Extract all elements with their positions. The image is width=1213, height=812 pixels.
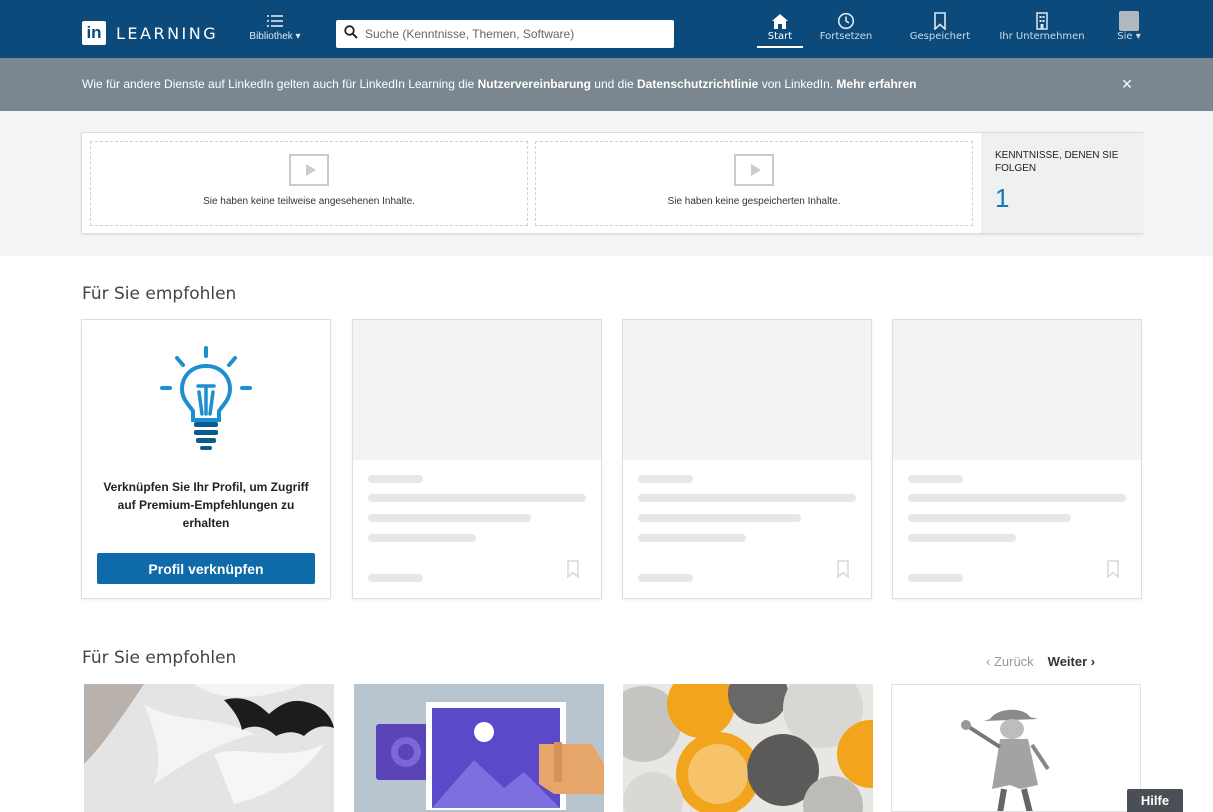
course-thumbnail-placeholder: [353, 320, 601, 460]
help-button[interactable]: Hilfe: [1127, 789, 1183, 812]
in-progress-slot: Sie haben keine teilweise angesehenen In…: [90, 141, 528, 226]
notice-part2: und die: [590, 77, 637, 91]
nav-me-label: Sie ▾: [1117, 31, 1141, 42]
clock-icon: [816, 11, 876, 31]
placeholder-line: [908, 534, 1016, 542]
previous-button[interactable]: ‹ Zurück: [986, 654, 1034, 669]
lightbulb-icon: [152, 344, 260, 461]
link-profile-message: Verknüpfen Sie Ihr Profil, um Zugriff au…: [103, 480, 309, 530]
followed-skills-panel[interactable]: KENNTNISSE, DENEN SIE FOLGEN 1: [981, 133, 1143, 233]
linkedin-learning-logo[interactable]: in LEARNING: [82, 21, 218, 45]
nav-start-label: Start: [767, 31, 793, 42]
library-label: Bibliothek ▾: [249, 31, 301, 42]
section-title: Für Sie empfohlen: [82, 648, 237, 668]
bookmark-icon[interactable]: [566, 560, 580, 583]
saved-empty-text: Sie haben keine gespeicherten Inhalte.: [667, 196, 841, 207]
nav-me[interactable]: Sie ▾: [1114, 11, 1144, 42]
nav-saved-label: Gespeichert: [909, 31, 971, 42]
linkedin-logo-icon: in: [82, 21, 106, 45]
photo-edit-image: [354, 684, 604, 812]
notice-part3: von LinkedIn.: [758, 77, 837, 91]
course-thumbnail[interactable]: [891, 684, 1141, 812]
terms-notice-bar: Wie für andere Dienste auf LinkedIn gelt…: [0, 58, 1213, 111]
user-agreement-link[interactable]: Nutzervereinbarung: [478, 77, 591, 91]
placeholder-line: [368, 574, 423, 582]
placeholder-line: [638, 534, 746, 542]
course-thumbnail[interactable]: [623, 684, 873, 812]
section-title: Für Sie empfohlen: [82, 284, 237, 304]
search-box[interactable]: [336, 20, 674, 48]
top-nav: in LEARNING Bibliothek ▾ Start Fo: [0, 0, 1213, 58]
placeholder-line: [368, 534, 476, 542]
followed-skills-count[interactable]: 1: [995, 183, 1129, 214]
course-thumbnail[interactable]: [84, 684, 334, 812]
nav-company-label: Ihr Unternehmen: [999, 31, 1085, 42]
search-input[interactable]: [365, 27, 655, 41]
link-profile-card: Verknüpfen Sie Ihr Profil, um Zugriff au…: [81, 319, 331, 599]
carousel-pager: ‹ Zurück Weiter ›: [986, 654, 1095, 669]
character-sketch-image: [892, 685, 1140, 811]
continue-card: Sie haben keine teilweise angesehenen In…: [81, 132, 1143, 234]
circles-pattern-image: [623, 684, 873, 812]
play-icon: [289, 154, 329, 186]
course-card-placeholder[interactable]: [352, 319, 602, 599]
bookmark-icon[interactable]: [836, 560, 850, 583]
saved-slot: Sie haben keine gespeicherten Inhalte.: [535, 141, 973, 226]
nav-continue[interactable]: Fortsetzen: [816, 11, 876, 42]
next-button[interactable]: Weiter ›: [1048, 654, 1095, 669]
placeholder-line: [638, 514, 801, 522]
home-icon: [763, 11, 797, 31]
course-thumbnail[interactable]: [354, 684, 604, 812]
close-icon[interactable]: ×: [1117, 72, 1137, 96]
learning-wordmark: LEARNING: [116, 23, 219, 43]
placeholder-line: [908, 494, 1126, 502]
bookmark-icon[interactable]: [1106, 560, 1120, 583]
placeholder-line: [368, 494, 586, 502]
course-card-placeholder[interactable]: [892, 319, 1142, 599]
placeholder-line: [908, 475, 963, 483]
placeholder-line: [908, 514, 1071, 522]
course-thumbnail-placeholder: [623, 320, 871, 460]
nav-start[interactable]: Start: [757, 11, 803, 48]
list-icon: [240, 11, 310, 31]
placeholder-line: [638, 574, 693, 582]
placeholder-line: [908, 574, 963, 582]
play-icon: [734, 154, 774, 186]
search-icon: [344, 24, 358, 44]
notice-part1: Wie für andere Dienste auf LinkedIn gelt…: [82, 77, 478, 91]
placeholder-line: [638, 475, 693, 483]
bookmark-icon: [908, 11, 972, 31]
bat-pattern-image: [84, 684, 334, 812]
privacy-policy-link[interactable]: Datenschutzrichtlinie: [637, 77, 758, 91]
building-icon: [998, 11, 1086, 31]
nav-continue-label: Fortsetzen: [819, 31, 873, 42]
avatar: [1119, 11, 1139, 31]
link-profile-button[interactable]: Profil verknüpfen: [97, 553, 315, 584]
placeholder-line: [368, 475, 423, 483]
nav-company[interactable]: Ihr Unternehmen: [998, 11, 1086, 42]
nav-saved[interactable]: Gespeichert: [908, 11, 972, 42]
placeholder-line: [638, 494, 856, 502]
notice-text: Wie für andere Dienste auf LinkedIn gelt…: [82, 77, 916, 91]
library-menu[interactable]: Bibliothek ▾: [240, 11, 310, 42]
course-thumbnail-placeholder: [893, 320, 1141, 460]
in-progress-empty-text: Sie haben keine teilweise angesehenen In…: [203, 196, 415, 207]
learn-more-link[interactable]: Mehr erfahren: [836, 77, 916, 91]
course-card-placeholder[interactable]: [622, 319, 872, 599]
placeholder-line: [368, 514, 531, 522]
followed-skills-label: KENNTNISSE, DENEN SIE FOLGEN: [995, 150, 1119, 174]
